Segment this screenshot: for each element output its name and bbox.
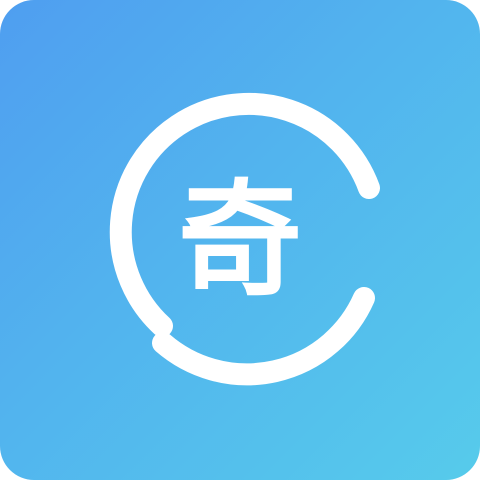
app-icon-tile[interactable]: 奇 — [0, 0, 480, 480]
app-icon-glyph: 奇 — [177, 169, 302, 313]
